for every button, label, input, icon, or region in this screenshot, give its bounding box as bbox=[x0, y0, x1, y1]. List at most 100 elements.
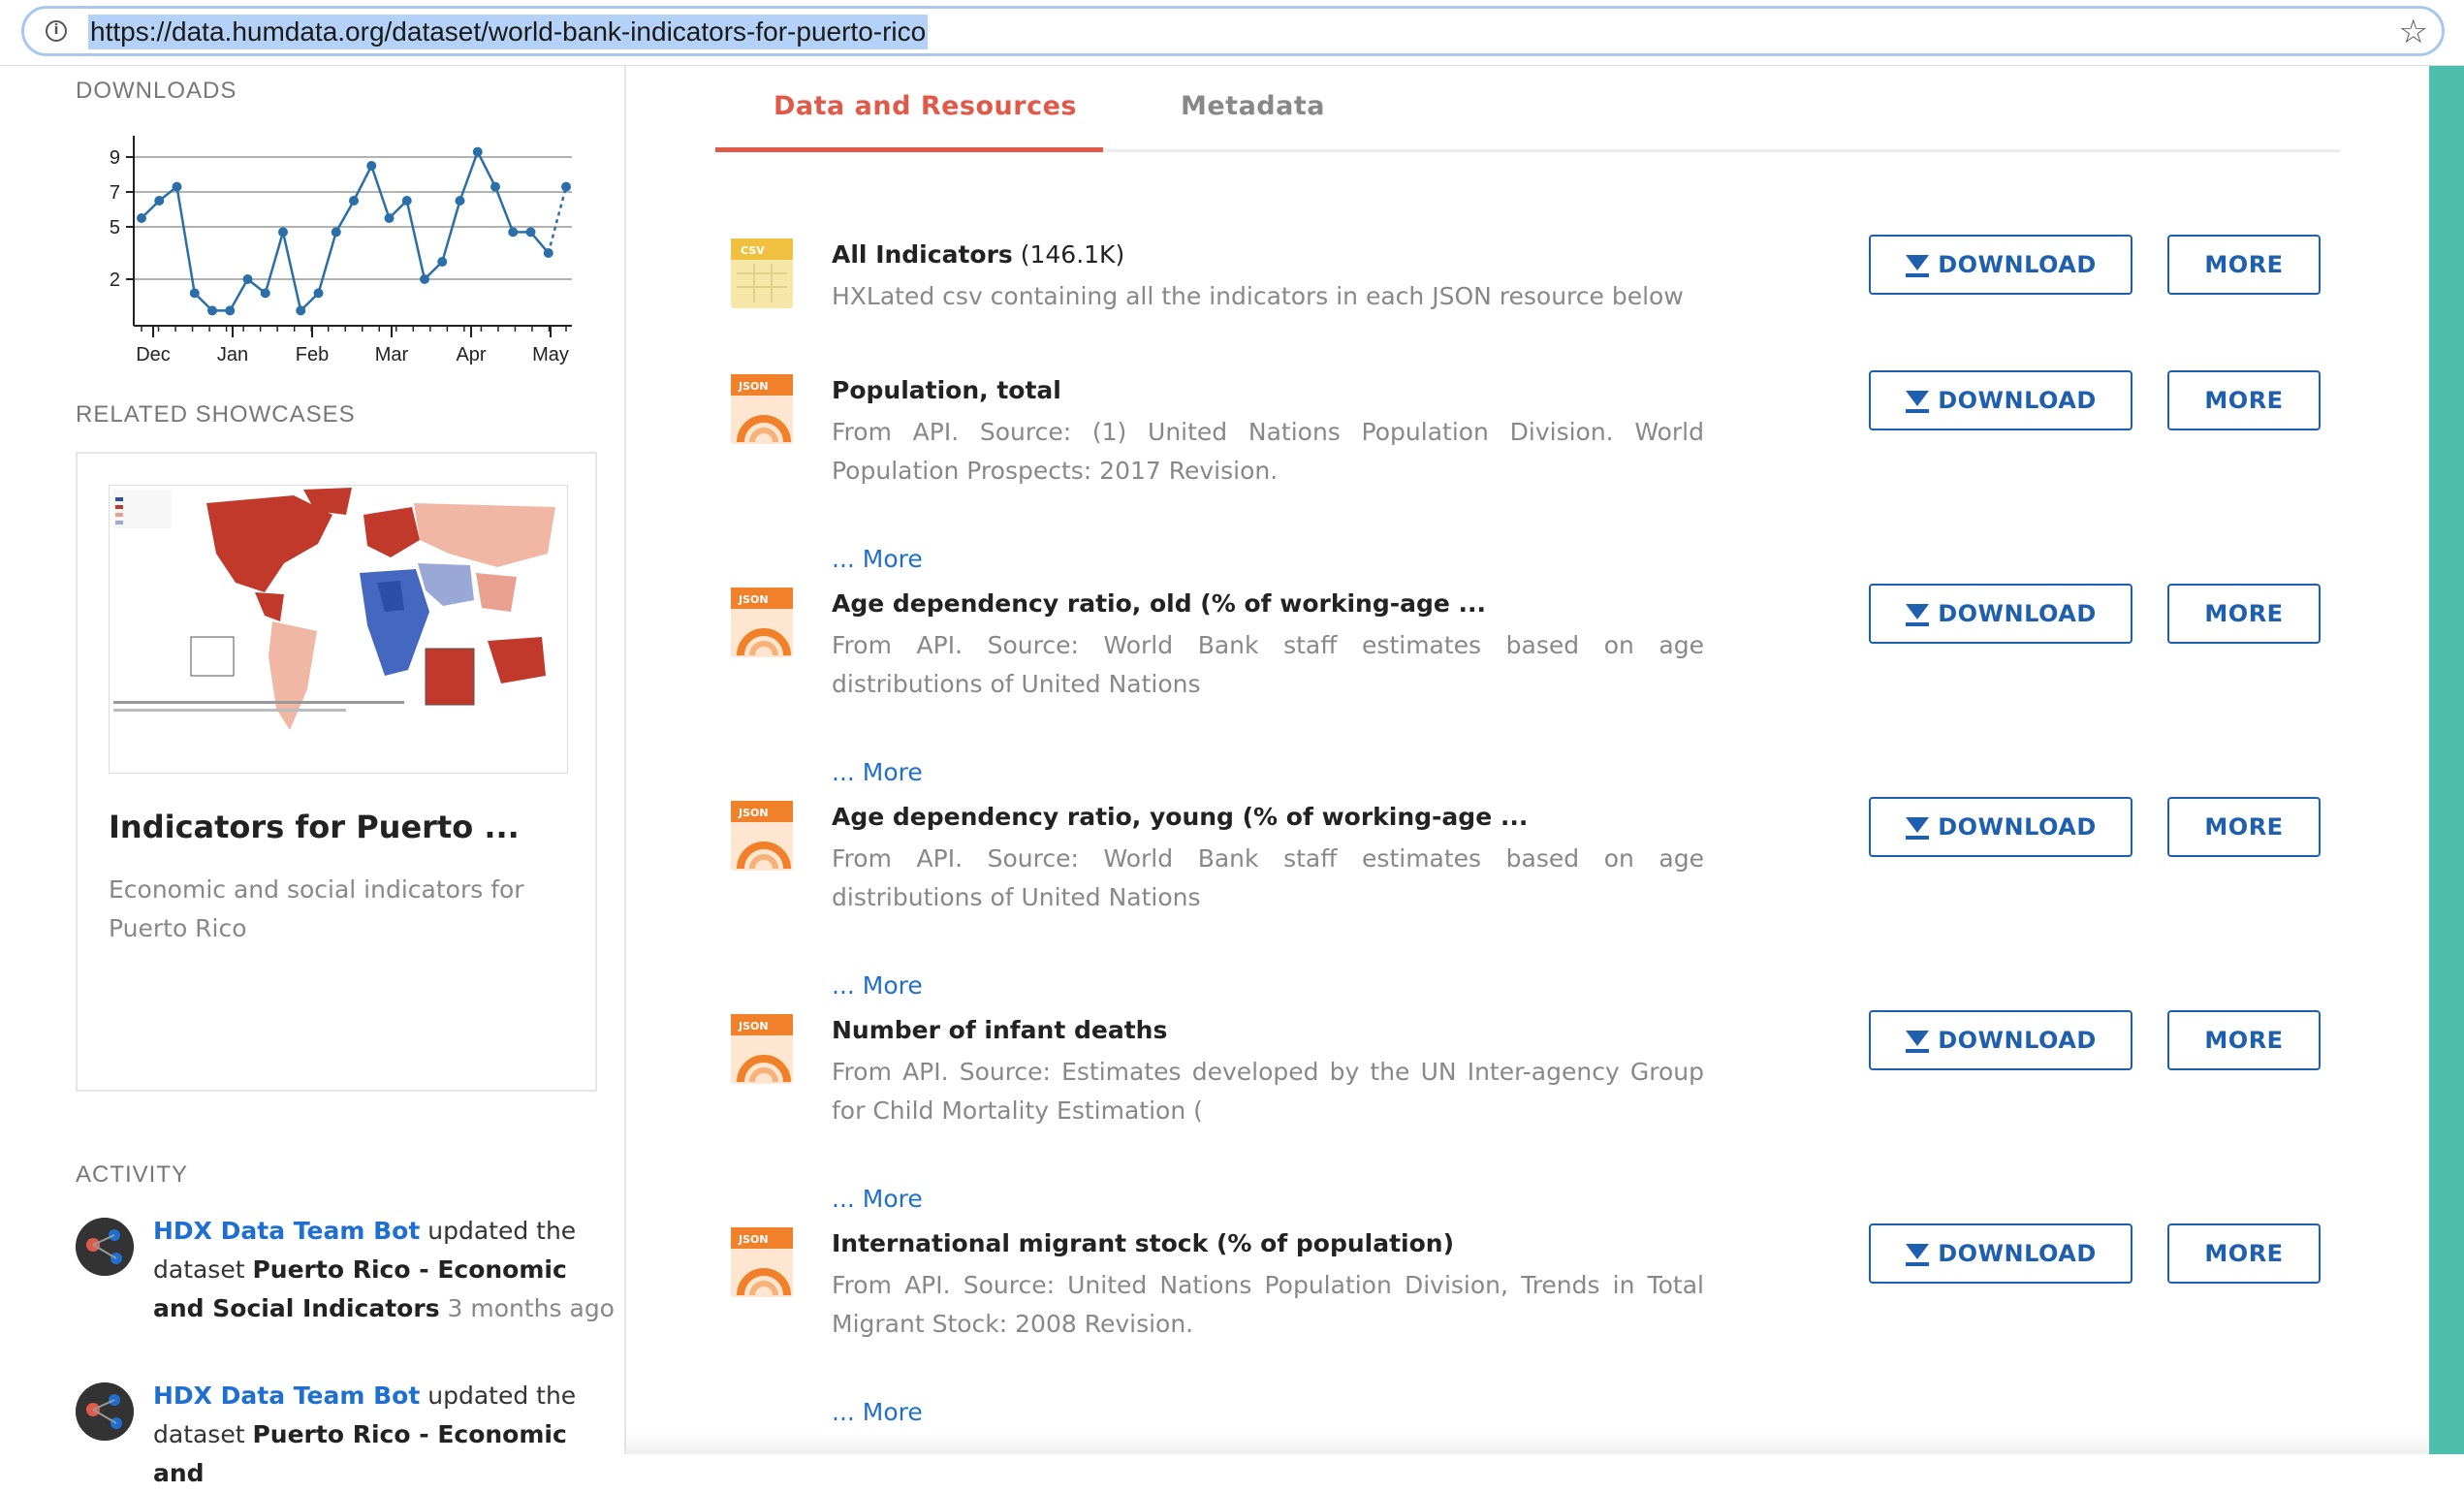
info-icon[interactable]: i bbox=[46, 20, 67, 42]
download-button[interactable]: DOWNLOAD bbox=[1869, 584, 2132, 644]
showcase-map-thumbnail[interactable] bbox=[109, 485, 568, 774]
downloads-label: DOWNLOADS bbox=[76, 78, 237, 104]
download-arrow-icon bbox=[1905, 813, 1930, 841]
resource-description: From API. Source: (1) United Nations Pop… bbox=[832, 418, 1704, 485]
chart-data-point bbox=[420, 274, 429, 284]
resource-title[interactable]: All Indicators (146.1K) bbox=[832, 240, 1704, 269]
bookmark-star-icon[interactable]: ☆ bbox=[2399, 13, 2428, 51]
resource-title[interactable]: Age dependency ratio, young (% of workin… bbox=[832, 803, 1704, 831]
related-showcases-label: RELATED SHOWCASES bbox=[76, 401, 356, 428]
chart-x-tick-label: Feb bbox=[296, 344, 329, 365]
chart-data-point bbox=[225, 305, 236, 316]
resource-title-text[interactable]: Age dependency ratio, young (% of workin… bbox=[832, 803, 1528, 831]
more-button-label: MORE bbox=[2204, 387, 2284, 414]
more-button[interactable]: MORE bbox=[2167, 235, 2321, 295]
chart-x-tick-label: Mar bbox=[375, 344, 409, 365]
more-button[interactable]: MORE bbox=[2167, 1223, 2321, 1284]
chart-data-point bbox=[543, 248, 553, 258]
showcase-title[interactable]: Indicators for Puerto ... bbox=[109, 809, 520, 845]
chart-data-point bbox=[349, 196, 359, 206]
svg-text:JSON: JSON bbox=[738, 1233, 769, 1246]
resource-title-text[interactable]: Age dependency ratio, old (% of working-… bbox=[832, 589, 1486, 618]
active-tab-indicator bbox=[715, 147, 1103, 152]
chart-data-point bbox=[278, 227, 288, 238]
resource-title-text[interactable]: Population, total bbox=[832, 376, 1061, 404]
chart-line-segment bbox=[281, 232, 302, 311]
chart-data-point bbox=[490, 181, 500, 192]
tab-metadata[interactable]: Metadata bbox=[1181, 91, 1325, 121]
more-button-label: MORE bbox=[2204, 813, 2284, 841]
download-button-label: DOWNLOAD bbox=[1938, 387, 2097, 414]
chart-x-tick-label: Jan bbox=[217, 344, 248, 365]
resource-more-link[interactable]: ... More bbox=[832, 758, 923, 786]
more-button[interactable]: MORE bbox=[2167, 797, 2321, 857]
resource-title[interactable]: Population, total bbox=[832, 376, 1704, 404]
svg-text:JSON: JSON bbox=[738, 1020, 769, 1032]
json-file-icon: JSON bbox=[731, 1014, 793, 1084]
main-content: Data and Resources Metadata CSV All Indic… bbox=[626, 66, 2429, 1454]
download-button[interactable]: DOWNLOAD bbox=[1869, 235, 2132, 295]
more-button-label: MORE bbox=[2204, 251, 2284, 278]
resource-title-text[interactable]: Number of infant deaths bbox=[832, 1016, 1167, 1044]
download-button[interactable]: DOWNLOAD bbox=[1869, 797, 2132, 857]
feedback-side-tab[interactable] bbox=[2429, 66, 2464, 1454]
address-bar[interactable]: i https://data.humdata.org/dataset/world… bbox=[21, 6, 2445, 56]
resource-description: From API. Source: World Bank staff estim… bbox=[832, 844, 1704, 911]
resource-title[interactable]: Age dependency ratio, old (% of working-… bbox=[832, 589, 1704, 618]
chart-data-point bbox=[561, 181, 571, 192]
activity-text: HDX Data Team Bot updated the dataset Pu… bbox=[153, 1377, 618, 1493]
download-arrow-icon bbox=[1905, 600, 1930, 627]
resource-title-text[interactable]: International migrant stock (% of popula… bbox=[832, 1229, 1454, 1257]
more-button-label: MORE bbox=[2204, 1240, 2284, 1267]
downloads-chart: 2 5 7 9 Dec Jan Feb Mar Apr May bbox=[110, 136, 572, 365]
chart-data-point bbox=[137, 213, 146, 223]
download-button-label: DOWNLOAD bbox=[1938, 1240, 2097, 1267]
download-arrow-icon bbox=[1905, 1027, 1930, 1054]
activity-actor-link[interactable]: HDX Data Team Bot bbox=[153, 1382, 420, 1410]
chart-line-segment bbox=[175, 186, 196, 294]
avatar bbox=[76, 1218, 134, 1276]
chart-data-point bbox=[366, 161, 377, 171]
chart-data-point bbox=[207, 305, 217, 316]
download-arrow-icon bbox=[1905, 1240, 1930, 1267]
url-text[interactable]: https://data.humdata.org/dataset/world-b… bbox=[88, 15, 929, 49]
activity-time: 3 months ago bbox=[447, 1294, 615, 1322]
resource-more-link[interactable]: ... More bbox=[832, 971, 923, 1000]
download-button-label: DOWNLOAD bbox=[1938, 251, 2097, 278]
chart-line-segment bbox=[547, 186, 568, 254]
chart-line-segment bbox=[352, 165, 373, 202]
download-button[interactable]: DOWNLOAD bbox=[1869, 1223, 2132, 1284]
browser-toolbar: i https://data.humdata.org/dataset/world… bbox=[0, 0, 2464, 66]
chart-data-point bbox=[455, 196, 465, 206]
tab-data-and-resources[interactable]: Data and Resources bbox=[774, 91, 1077, 121]
json-file-icon: JSON bbox=[731, 374, 793, 444]
chart-x-tick-label: Dec bbox=[136, 344, 171, 365]
chart-line-segment bbox=[405, 200, 426, 280]
chart-data-point bbox=[331, 227, 341, 238]
more-button[interactable]: MORE bbox=[2167, 584, 2321, 644]
resource-more-link[interactable]: ... More bbox=[832, 545, 923, 573]
chart-data-point bbox=[384, 213, 395, 223]
resource-more-link[interactable]: ... More bbox=[832, 1398, 923, 1426]
chart-line-segment bbox=[229, 278, 249, 312]
chart-data-point bbox=[401, 196, 412, 206]
resource-title-text[interactable]: All Indicators bbox=[832, 240, 1013, 269]
activity-actor-link[interactable]: HDX Data Team Bot bbox=[153, 1217, 420, 1245]
download-button[interactable]: DOWNLOAD bbox=[1869, 1010, 2132, 1070]
resource-title[interactable]: International migrant stock (% of popula… bbox=[832, 1229, 1704, 1257]
download-button[interactable]: DOWNLOAD bbox=[1869, 370, 2132, 430]
chart-data-point bbox=[189, 288, 200, 299]
chart-data-point bbox=[525, 227, 536, 238]
resource-description: From API. Source: World Bank staff estim… bbox=[832, 631, 1704, 698]
chart-data-point bbox=[437, 257, 448, 267]
resource-more-link[interactable]: ... More bbox=[832, 1185, 923, 1213]
activity-text: HDX Data Team Bot updated the dataset Pu… bbox=[153, 1212, 618, 1328]
chart-data-point bbox=[508, 227, 519, 238]
showcase-card[interactable]: Indicators for Puerto ... Economic and s… bbox=[76, 452, 597, 1092]
more-button[interactable]: MORE bbox=[2167, 1010, 2321, 1070]
more-button[interactable]: MORE bbox=[2167, 370, 2321, 430]
chart-data-point bbox=[472, 146, 483, 157]
bottom-fade bbox=[626, 1433, 2429, 1454]
resource-title[interactable]: Number of infant deaths bbox=[832, 1016, 1704, 1044]
chart-line-segment bbox=[493, 186, 515, 233]
